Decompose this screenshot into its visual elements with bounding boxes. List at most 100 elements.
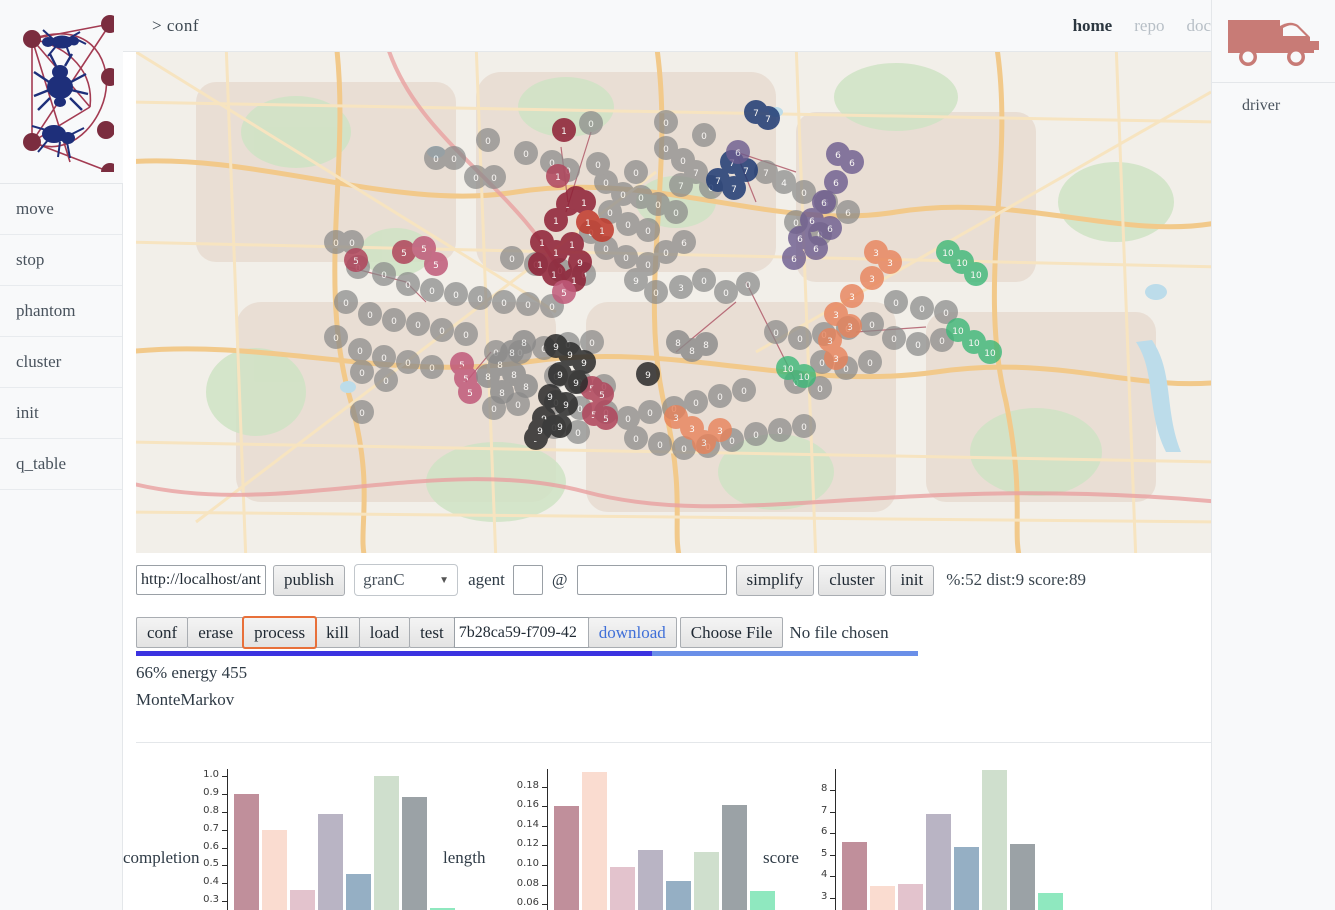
erase-button[interactable]: erase [187,617,244,648]
y-axis-tick [542,806,547,807]
chart-score: score 8765432 [743,759,1053,910]
sidebar-item-label: q_table [16,454,66,474]
sidebar-item-phantom[interactable]: phantom [0,286,122,337]
chart-bar [666,881,691,910]
y-axis-tick [542,865,547,866]
y-axis-tick-label: 0.4 [201,876,219,887]
app-root: move stop phantom cluster init q_table >… [0,0,1335,910]
choose-file-button[interactable]: Choose File [680,617,784,648]
sidebar-item-cluster[interactable]: cluster [0,337,122,388]
init-button[interactable]: init [890,565,935,596]
app-logo[interactable] [0,0,123,184]
y-axis-tick-label: 0.9 [201,787,219,798]
energy-status: 66% energy 455 [136,663,1211,683]
sidebar-item-q-table[interactable]: q_table [0,439,122,490]
chart-bar [954,847,979,910]
map-basemap [136,52,1211,553]
y-axis-tick [830,855,835,856]
test-button[interactable]: test [409,617,455,648]
y-axis-line [547,769,548,910]
chart-score-ylabel: score [763,848,799,868]
y-axis-tick [542,787,547,788]
chart-bar [346,874,371,910]
ant-network-logo-icon [10,12,114,172]
controls-row-secondary: conf erase process kill load test downlo… [136,616,1211,649]
chart-bar [926,814,951,910]
map-canvas[interactable]: 0 0 0 0 0 0 7 7 0 0 0 0 0 0 0 [136,52,1211,553]
publish-button[interactable]: publish [273,565,345,596]
granularity-select-value: granC [363,570,405,590]
y-axis-tick-label: 0.12 [511,838,539,849]
agent-id-input[interactable] [513,565,543,595]
chart-completion: completion 1.00.90.80.70.60.50.40.3 [123,759,433,910]
sidebar: move stop phantom cluster init q_table [0,0,123,910]
granularity-select[interactable]: granC ▼ [354,564,458,596]
chart-bar [870,886,895,910]
sidebar-item-stop[interactable]: stop [0,235,122,286]
main-content: 0 0 0 0 0 0 7 7 0 0 0 0 0 0 0 [123,52,1211,910]
header-link-repo[interactable]: repo [1134,16,1164,36]
chart-length: length 0.180.160.140.120.100.080.06 [433,759,743,910]
url-input[interactable] [136,565,266,595]
agent-location-input[interactable] [577,565,727,595]
chart-bar [898,884,923,910]
y-axis-tick-label: 0.16 [511,799,539,810]
chart-bar [842,842,867,910]
y-axis-tick-label: 5 [821,848,827,859]
sidebar-item-move[interactable]: move [0,184,122,235]
header-link-home[interactable]: home [1073,16,1113,36]
load-button[interactable]: load [359,617,410,648]
chevron-down-icon: ▼ [421,575,449,586]
cluster-button[interactable]: cluster [818,565,885,596]
agent-label: agent [468,570,505,590]
driver-avatar[interactable] [1212,0,1335,83]
chart-score-plot: 8765432 [821,759,1053,910]
chart-bar [262,830,287,910]
delivery-truck-icon [1224,12,1324,70]
algorithm-name: MonteMarkov [136,690,1211,710]
y-axis-tick-label: 8 [821,783,827,794]
kill-button[interactable]: kill [315,617,360,648]
conf-button[interactable]: conf [136,617,188,648]
metrics-charts: completion 1.00.90.80.70.60.50.40.3 leng… [123,759,1211,910]
section-divider [136,742,1211,743]
header-nav: home repo doc [1073,16,1211,36]
y-axis-tick [222,865,227,866]
simplify-button[interactable]: simplify [736,565,815,596]
chart-bar [694,852,719,910]
breadcrumb: > conf [152,16,199,36]
chart-bar [402,797,427,910]
y-axis-tick-label: 0.6 [201,841,219,852]
progress-bar [136,651,918,656]
right-panel: driver [1211,0,1335,910]
sidebar-item-label: init [16,403,39,423]
sidebar-item-label: cluster [16,352,61,372]
chart-bar [1010,844,1035,910]
status-metrics: %:52 dist:9 score:89 [946,570,1086,590]
y-axis-tick [222,883,227,884]
header-link-doc[interactable]: doc [1186,16,1211,36]
top-header: > conf home repo doc [123,0,1211,52]
file-status-label: No file chosen [789,623,888,643]
y-axis-tick [222,848,227,849]
y-axis-tick-label: 0.5 [201,858,219,869]
chart-bar [582,772,607,910]
y-axis-tick-label: 7 [821,805,827,816]
download-link[interactable]: download [588,617,677,648]
job-uuid-input[interactable] [454,617,589,648]
y-axis-tick [830,812,835,813]
sidebar-item-init[interactable]: init [0,388,122,439]
sidebar-item-label: move [16,199,54,219]
sidebar-item-label: stop [16,250,44,270]
y-axis-tick [830,876,835,877]
chart-bar [374,776,399,910]
y-axis-tick-label: 0.14 [511,819,539,830]
chart-length-plot: 0.180.160.140.120.100.080.06 [511,759,743,910]
y-axis-tick-label: 0.8 [201,805,219,816]
chart-bar [982,770,1007,910]
y-axis-tick [542,904,547,905]
chart-bar [610,867,635,910]
y-axis-tick-label: 0.10 [511,858,539,869]
process-button[interactable]: process [243,617,316,648]
y-axis-tick-label: 0.08 [511,878,539,889]
